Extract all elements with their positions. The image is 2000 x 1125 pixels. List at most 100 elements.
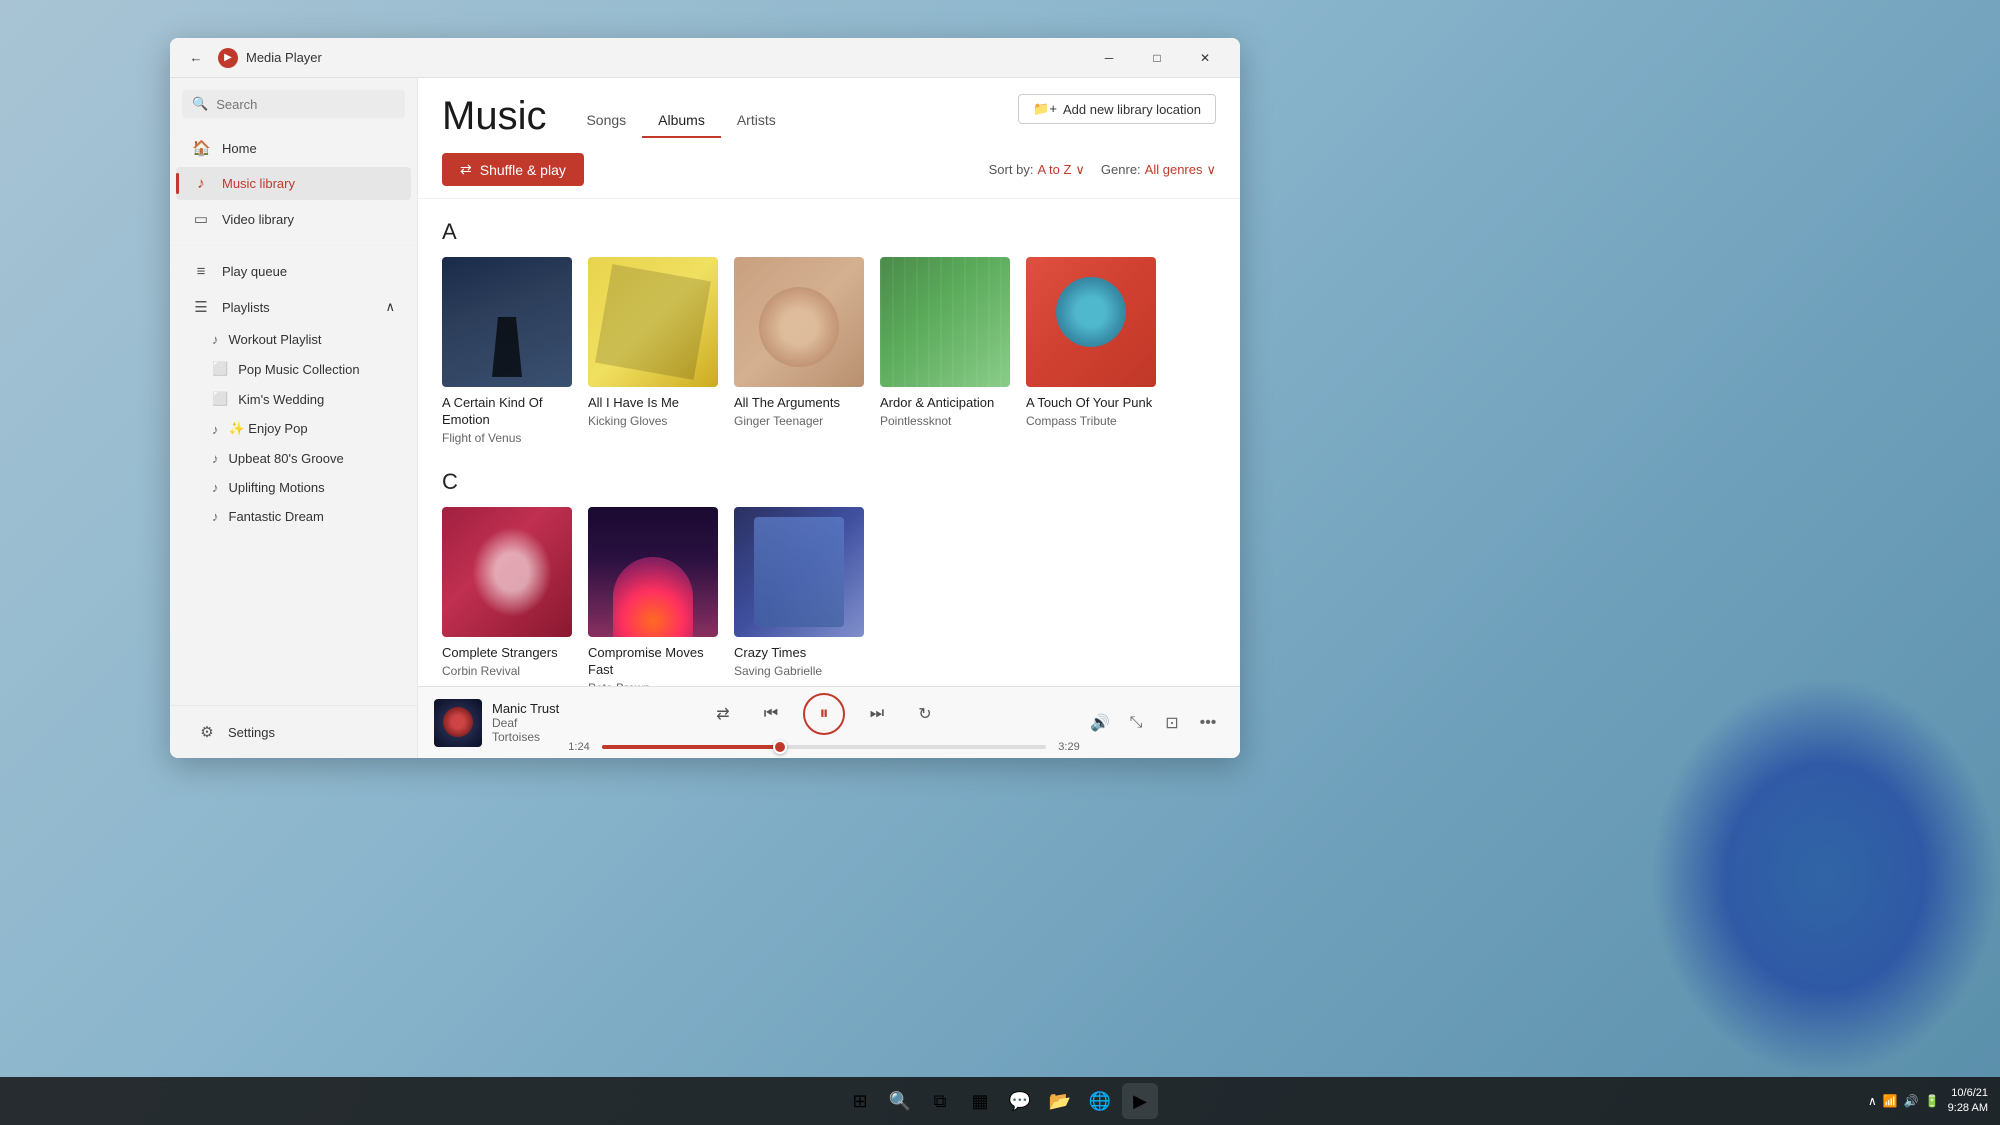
- album-card-a2[interactable]: All I Have Is Me Kicking Gloves: [588, 257, 718, 445]
- album-card-a5[interactable]: A Touch Of Your Punk Compass Tribute: [1026, 257, 1156, 445]
- genre-chevron-icon: ∨: [1206, 162, 1216, 178]
- sidebar-item-video-library[interactable]: ▭ Video library: [176, 202, 411, 236]
- playlist-item-upbeat[interactable]: ♪ Upbeat 80's Groove: [176, 445, 411, 472]
- playlist-label-wedding: Kim's Wedding: [238, 392, 324, 407]
- album-card-c2[interactable]: Compromise Moves Fast Pete Brown: [588, 507, 718, 686]
- album-card-a4[interactable]: Ardor & Anticipation Pointlessknot: [880, 257, 1010, 445]
- taskbar-edge-button[interactable]: 🌐: [1082, 1083, 1118, 1119]
- album-title-c2: Compromise Moves Fast: [588, 645, 718, 679]
- search-input[interactable]: [216, 97, 395, 112]
- repeat-button[interactable]: ↻: [909, 698, 941, 730]
- playlist-item-fantastic[interactable]: ♪ Fantastic Dream: [176, 503, 411, 530]
- progress-bar-row: 1:24 3:29: [564, 741, 1084, 753]
- taskbar-search-button[interactable]: 🔍: [882, 1083, 918, 1119]
- playlists-header[interactable]: ☰ Playlists ∧: [176, 290, 411, 324]
- content-header: Music Songs Albums Artists 📁+ Add new li…: [418, 78, 1240, 141]
- music-icon: ♪: [192, 175, 210, 192]
- playlist-icon-wedding: ⬜: [212, 391, 228, 407]
- album-cover-c2: [588, 507, 718, 637]
- taskbar-chat-button[interactable]: 💬: [1002, 1083, 1038, 1119]
- time-total: 3:29: [1054, 741, 1084, 753]
- album-title-a4: Ardor & Anticipation: [880, 395, 1010, 412]
- album-cover-a5: [1026, 257, 1156, 387]
- playlist-item-wedding[interactable]: ⬜ Kim's Wedding: [176, 385, 411, 413]
- wifi-icon: 📶: [1883, 1094, 1898, 1108]
- taskbar-center: ⊞ 🔍 ⧉ ▦ 💬 📂 🌐 ▶: [842, 1083, 1158, 1119]
- shuffle-button[interactable]: ⇄: [707, 698, 739, 730]
- section-c-letter: C: [442, 469, 1216, 495]
- album-artist-a5: Compass Tribute: [1026, 414, 1156, 428]
- album-artist-c3: Saving Gabrielle: [734, 664, 864, 678]
- section-a-letter: A: [442, 219, 1216, 245]
- minimize-button[interactable]: ─: [1086, 42, 1132, 74]
- album-card-a3[interactable]: All The Arguments Ginger Teenager: [734, 257, 864, 445]
- taskbar-explorer-button[interactable]: 📂: [1042, 1083, 1078, 1119]
- sidebar-label-music: Music library: [222, 176, 295, 191]
- playlist-label-enjoy: ✨ Enjoy Pop: [229, 421, 308, 437]
- sidebar-item-play-queue[interactable]: ≡ Play queue: [176, 255, 411, 288]
- album-artist-a3: Ginger Teenager: [734, 414, 864, 428]
- sidebar-item-music-library[interactable]: ♪ Music library: [176, 167, 411, 200]
- tab-songs[interactable]: Songs: [570, 104, 642, 138]
- titlebar: ← ▶ Media Player ─ □ ✕: [170, 38, 1240, 78]
- fullscreen-button[interactable]: ⤡: [1120, 707, 1152, 739]
- sort-label: Sort by:: [989, 162, 1034, 177]
- album-card-c3[interactable]: Crazy Times Saving Gabrielle: [734, 507, 864, 686]
- chevron-up-tray-icon[interactable]: ∧: [1868, 1094, 1877, 1108]
- taskbar-start-button[interactable]: ⊞: [842, 1083, 878, 1119]
- sidebar-item-home[interactable]: 🏠 Home: [176, 131, 411, 165]
- back-button[interactable]: ←: [182, 44, 210, 72]
- close-button[interactable]: ✕: [1182, 42, 1228, 74]
- taskbar-clock[interactable]: 10/6/21 9:28 AM: [1948, 1086, 1988, 1117]
- playlist-icon-fantastic: ♪: [212, 509, 219, 524]
- app-body: 🔍 🏠 Home ♪ Music library ▭ Video library…: [170, 78, 1240, 758]
- playlist-icon-enjoy: ♪: [212, 422, 219, 437]
- playlist-icon-uplifting: ♪: [212, 480, 219, 495]
- album-card-a1[interactable]: A Certain Kind Of Emotion Flight of Venu…: [442, 257, 572, 445]
- taskbar-widgets-button[interactable]: ▦: [962, 1083, 998, 1119]
- genre-control[interactable]: Genre: All genres ∨: [1101, 162, 1216, 178]
- playlist-item-uplifting[interactable]: ♪ Uplifting Motions: [176, 474, 411, 501]
- sort-chevron-icon: ∨: [1075, 162, 1085, 178]
- chevron-up-icon: ∧: [385, 299, 395, 315]
- shuffle-label: Shuffle & play: [480, 162, 566, 178]
- taskbar-taskview-button[interactable]: ⧉: [922, 1083, 958, 1119]
- pause-button[interactable]: ⏸: [803, 693, 845, 735]
- sort-control[interactable]: Sort by: A to Z ∨: [989, 162, 1085, 178]
- add-library-button[interactable]: 📁+ Add new library location: [1018, 94, 1216, 124]
- playlist-item-pop[interactable]: ⬜ Pop Music Collection: [176, 355, 411, 383]
- playback-controls: ⇄ ⏮ ⏸ ⏭ ↻ 1:24 3:29: [564, 693, 1084, 753]
- maximize-button[interactable]: □: [1134, 42, 1180, 74]
- tab-albums[interactable]: Albums: [642, 104, 721, 138]
- page-title: Music: [442, 96, 546, 136]
- add-library-label: Add new library location: [1063, 102, 1201, 117]
- decorative-blob: [1650, 677, 2000, 1077]
- miniplayer-button[interactable]: ⊡: [1156, 707, 1188, 739]
- taskbar: ⊞ 🔍 ⧉ ▦ 💬 📂 🌐 ▶ ∧ 📶 🔊 🔋 10/6/21 9:28 AM: [0, 1077, 2000, 1125]
- next-button[interactable]: ⏭: [861, 698, 893, 730]
- window-controls: ─ □ ✕: [1086, 42, 1228, 74]
- playlist-icon-upbeat: ♪: [212, 451, 219, 466]
- video-icon: ▭: [192, 210, 210, 228]
- search-box[interactable]: 🔍: [182, 90, 405, 118]
- shuffle-play-button[interactable]: ⇄ Shuffle & play: [442, 153, 584, 186]
- volume-button[interactable]: 🔊: [1084, 707, 1116, 739]
- sidebar-label-queue: Play queue: [222, 264, 287, 279]
- more-options-button[interactable]: •••: [1192, 707, 1224, 739]
- progress-bar[interactable]: [602, 745, 1046, 749]
- playlist-item-workout[interactable]: ♪ Workout Playlist: [176, 326, 411, 353]
- now-playing-info: Manic Trust Deaf Tortoises: [492, 701, 564, 744]
- sidebar-label-home: Home: [222, 141, 257, 156]
- album-cover-c1: [442, 507, 572, 637]
- shuffle-icon: ⇄: [460, 161, 472, 178]
- album-cover-a4: [880, 257, 1010, 387]
- previous-button[interactable]: ⏮: [755, 698, 787, 730]
- playlist-icon-workout: ♪: [212, 332, 219, 347]
- now-playing-track: Manic Trust Deaf Tortoises: [434, 699, 564, 747]
- album-cover-c3: [734, 507, 864, 637]
- playlist-item-enjoy[interactable]: ♪ ✨ Enjoy Pop: [176, 415, 411, 443]
- taskbar-media-button[interactable]: ▶: [1122, 1083, 1158, 1119]
- sidebar-item-settings[interactable]: ⚙ Settings: [182, 715, 405, 749]
- album-card-c1[interactable]: Complete Strangers Corbin Revival: [442, 507, 572, 686]
- tab-artists[interactable]: Artists: [721, 104, 792, 138]
